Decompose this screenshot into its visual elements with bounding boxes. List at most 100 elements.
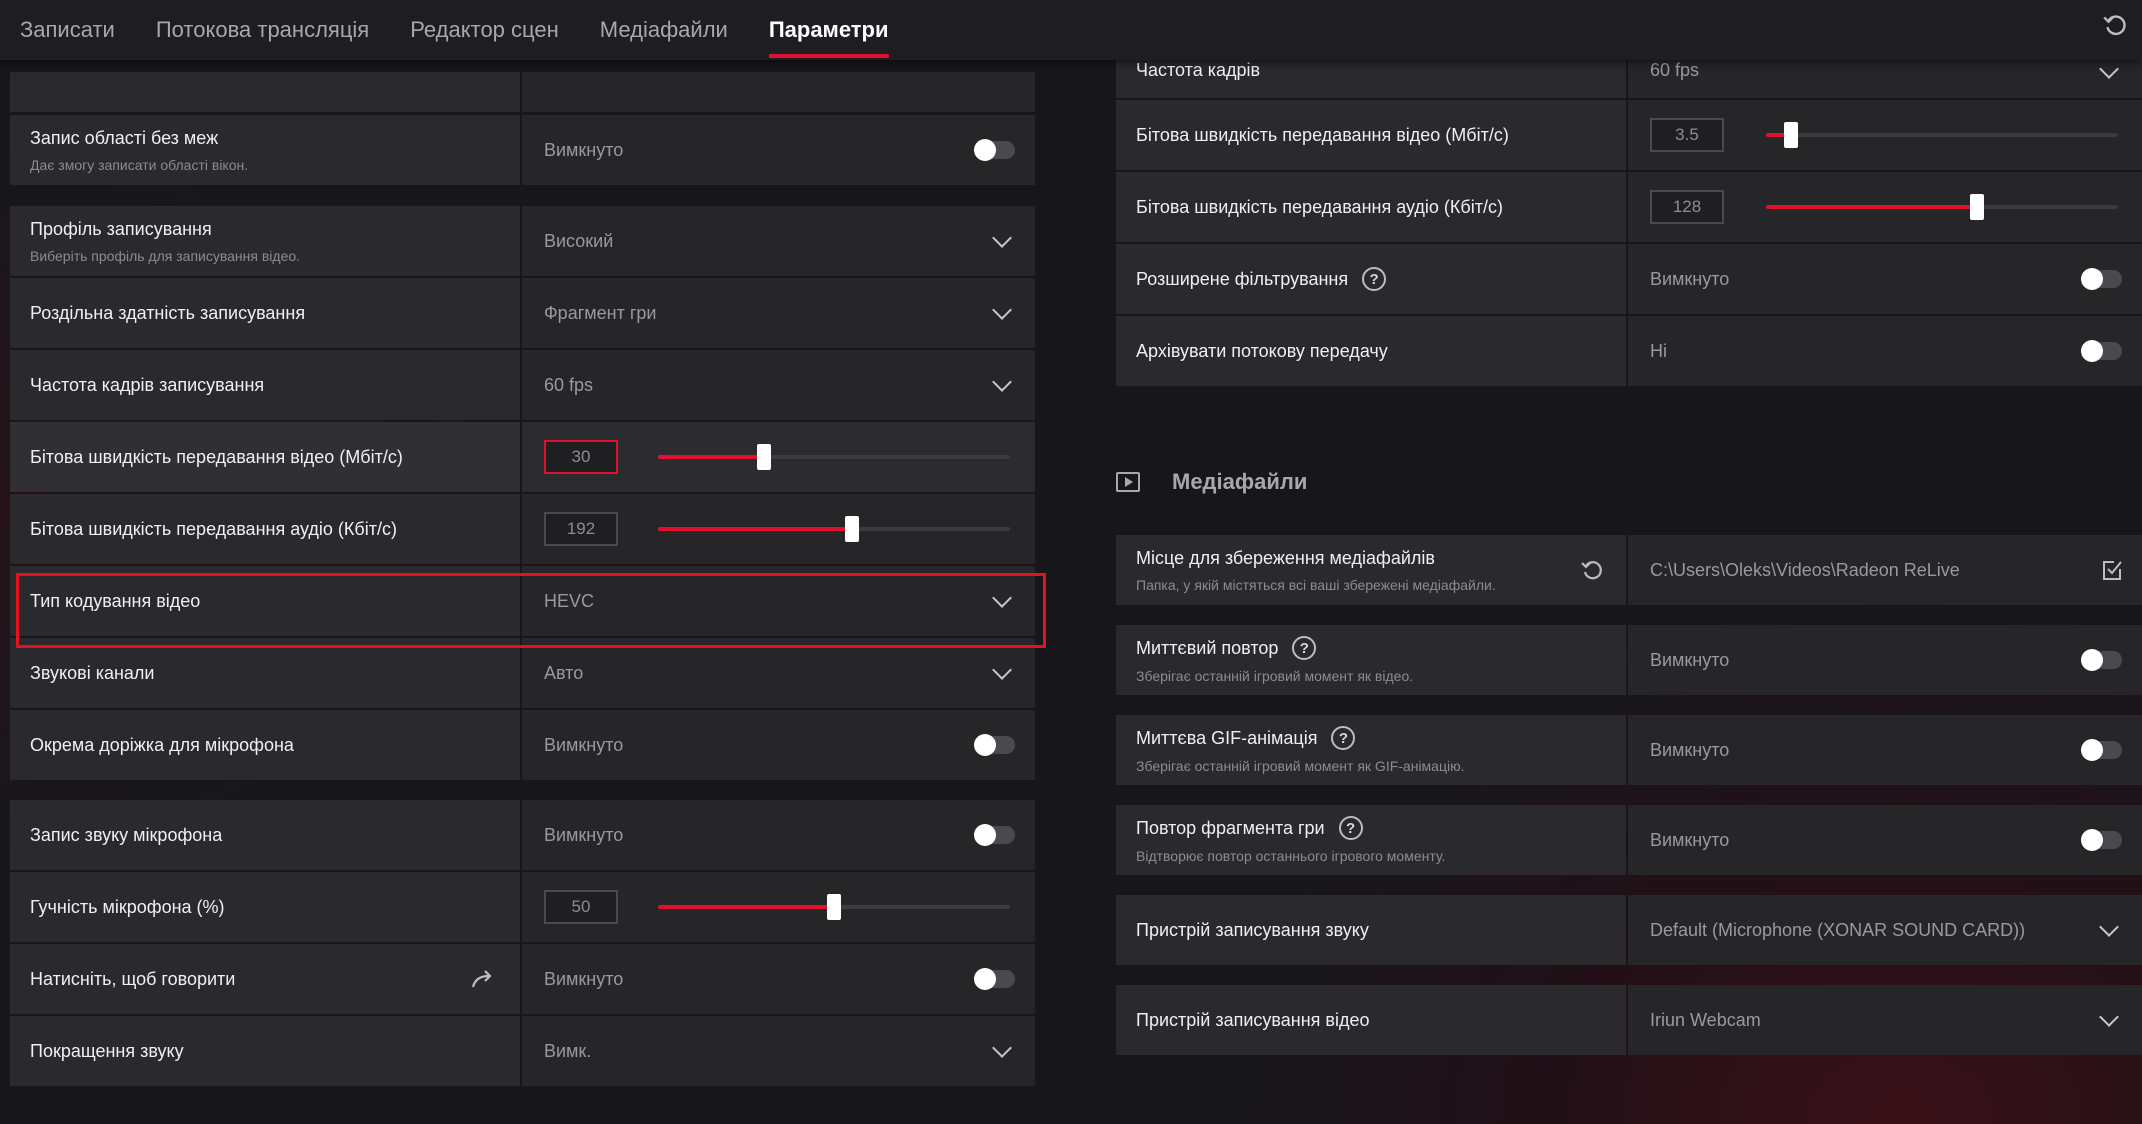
setting-row-partial <box>10 72 1035 112</box>
setting-row-stream-audio-bitrate: Бітова швидкість передавання аудіо (Кбіт… <box>1116 172 2142 242</box>
stream-audio-bitrate-input[interactable]: 128 <box>1650 190 1724 224</box>
mic-volume-slider[interactable] <box>658 894 1010 920</box>
video-device-dropdown-value[interactable]: Iriun Webcam <box>1650 1010 1761 1031</box>
setting-label: Запис звуку мікрофона <box>30 824 223 845</box>
archive-stream-toggle[interactable] <box>2081 340 2122 362</box>
video-bitrate-input[interactable]: 30 <box>544 440 618 474</box>
setting-label: Роздільна здатність записування <box>30 302 306 323</box>
mic-volume-input[interactable]: 50 <box>544 890 618 924</box>
setting-label: Покращення звуку <box>30 1040 184 1061</box>
left-settings-panel: Запис області без меж Дає змогу записати… <box>10 60 1035 1124</box>
audio-bitrate-input[interactable]: 192 <box>544 512 618 546</box>
media-section-title: Медіафайли <box>1116 462 1307 502</box>
setting-row-audio-channels[interactable]: Звукові канали Авто <box>10 638 1035 708</box>
slider-thumb[interactable] <box>1783 122 1798 148</box>
setting-label: Гучність мікрофона (%) <box>30 896 225 917</box>
game-replay-toggle[interactable] <box>2081 829 2122 851</box>
advanced-filter-toggle[interactable] <box>2081 268 2122 290</box>
setting-label-with-help: Повтор фрагмента гри ? <box>1136 816 1626 840</box>
tab-record[interactable]: Записати <box>20 0 115 60</box>
stream-framerate-dropdown-value[interactable]: 60 fps <box>1650 60 1699 81</box>
setting-label: Тип кодування відео <box>30 590 201 611</box>
setting-description: Дає змогу записати області вікон. <box>30 156 249 173</box>
setting-label: Профіль записування <box>30 218 212 239</box>
slider-thumb[interactable] <box>844 516 859 542</box>
slider-thumb[interactable] <box>827 894 841 920</box>
setting-label: Миттєвий повтор <box>1136 637 1279 658</box>
setting-value: Вимкнуто <box>1650 829 1730 850</box>
chevron-down-icon[interactable] <box>992 372 1012 392</box>
setting-row-audio-device[interactable]: Пристрій записування звуку Default (Micr… <box>1116 895 2142 965</box>
tab-settings[interactable]: Параметри <box>768 0 889 60</box>
media-play-icon <box>1116 472 1140 492</box>
help-icon[interactable]: ? <box>1362 267 1387 291</box>
video-bitrate-slider[interactable] <box>658 444 1010 470</box>
sound-enhance-dropdown-value[interactable]: Вимк. <box>544 1041 591 1062</box>
chevron-down-icon[interactable] <box>2099 917 2119 937</box>
setting-label-with-help: Миттєва GIF-анімація ? <box>1136 726 1626 750</box>
reset-icon[interactable] <box>1580 558 1604 582</box>
instant-replay-toggle[interactable] <box>2081 649 2122 671</box>
stream-video-bitrate-slider[interactable] <box>1766 122 2118 148</box>
setting-label-with-help: Миттєвий повтор ? <box>1136 636 1626 660</box>
setting-row-video-device[interactable]: Пристрій записування відео Iriun Webcam <box>1116 985 2142 1055</box>
help-icon[interactable]: ? <box>1331 726 1356 750</box>
slider-thumb[interactable] <box>756 444 771 470</box>
setting-row-video-bitrate: Бітова швидкість передавання відео (Мбіт… <box>10 422 1035 492</box>
browse-folder-icon[interactable] <box>2100 558 2124 582</box>
chevron-down-icon[interactable] <box>2099 1007 2119 1027</box>
stream-audio-bitrate-slider[interactable] <box>1766 194 2118 220</box>
setting-row-instant-gif: Миттєва GIF-анімація ? Зберігає останній… <box>1116 715 2142 785</box>
section-title-text: Медіафайли <box>1172 469 1308 494</box>
encoding-dropdown-value[interactable]: HEVC <box>544 591 594 612</box>
chevron-down-icon[interactable] <box>2099 59 2119 79</box>
slider-fill <box>658 527 852 531</box>
stream-video-bitrate-input[interactable]: 3.5 <box>1650 118 1724 152</box>
chevron-down-icon[interactable] <box>992 300 1012 320</box>
setting-row-sound-enhance[interactable]: Покращення звуку Вимк. <box>10 1016 1035 1086</box>
audio-channels-dropdown-value[interactable]: Авто <box>544 663 583 684</box>
instant-gif-toggle[interactable] <box>2081 739 2122 761</box>
tab-streaming[interactable]: Потокова трансляція <box>156 0 369 60</box>
setting-row-resolution[interactable]: Роздільна здатність записування Фрагмент… <box>10 278 1035 348</box>
setting-value: Вимкнуто <box>544 734 624 755</box>
slider-fill <box>1766 205 1978 209</box>
chevron-down-icon[interactable] <box>992 588 1012 608</box>
setting-row-instant-replay: Миттєвий повтор ? Зберігає останній ігро… <box>1116 625 2142 695</box>
setting-label: Архівувати потокову передачу <box>1136 340 1388 361</box>
region-recording-toggle[interactable] <box>974 139 1015 161</box>
tab-media[interactable]: Медіафайли <box>600 0 728 60</box>
mic-track-toggle[interactable] <box>974 734 1015 756</box>
hotkey-arrow-icon[interactable] <box>470 967 496 991</box>
framerate-dropdown-value[interactable]: 60 fps <box>544 375 593 396</box>
profile-dropdown-value[interactable]: Високий <box>544 231 613 252</box>
setting-label: Повтор фрагмента гри <box>1136 817 1325 838</box>
setting-row-stream-video-bitrate: Бітова швидкість передавання відео (Мбіт… <box>1116 100 2142 170</box>
audio-bitrate-slider[interactable] <box>658 516 1010 542</box>
reset-icon[interactable] <box>2102 12 2128 38</box>
help-icon[interactable]: ? <box>1338 816 1363 840</box>
setting-label: Бітова швидкість передавання відео (Мбіт… <box>1136 124 1509 145</box>
setting-row-advanced-filter: Розширене фільтрування ? Вимкнуто <box>1116 244 2142 314</box>
setting-row-region-recording: Запис області без меж Дає змогу записати… <box>10 115 1035 185</box>
slider-fill <box>658 455 764 459</box>
setting-row-profile[interactable]: Профіль записування Виберіть профіль для… <box>10 206 1035 276</box>
mic-record-toggle[interactable] <box>974 824 1015 846</box>
help-icon[interactable]: ? <box>1292 636 1317 660</box>
chevron-down-icon[interactable] <box>992 1038 1012 1058</box>
slider-thumb[interactable] <box>1970 194 1985 220</box>
setting-label: Запис області без меж <box>30 127 219 148</box>
setting-row-mic-volume: Гучність мікрофона (%) 50 <box>10 872 1035 942</box>
setting-description: Зберігає останній ігровий момент як GIF-… <box>1136 758 1465 774</box>
push-to-talk-toggle[interactable] <box>974 968 1015 990</box>
tab-scene-editor[interactable]: Редактор сцен <box>410 0 559 60</box>
setting-row-encoding[interactable]: Тип кодування відео HEVC <box>10 566 1035 636</box>
resolution-dropdown-value[interactable]: Фрагмент гри <box>544 303 656 324</box>
setting-value: Вимкнуто <box>544 968 624 989</box>
setting-row-framerate[interactable]: Частота кадрів записування 60 fps <box>10 350 1035 420</box>
setting-row-archive-stream: Архівувати потокову передачу Ні <box>1116 316 2142 386</box>
audio-device-dropdown-value[interactable]: Default (Microphone (XONAR SOUND CARD)) <box>1650 920 2025 941</box>
setting-row-mic-record: Запис звуку мікрофона Вимкнуто <box>10 800 1035 870</box>
chevron-down-icon[interactable] <box>992 660 1012 680</box>
chevron-down-icon[interactable] <box>992 228 1012 248</box>
